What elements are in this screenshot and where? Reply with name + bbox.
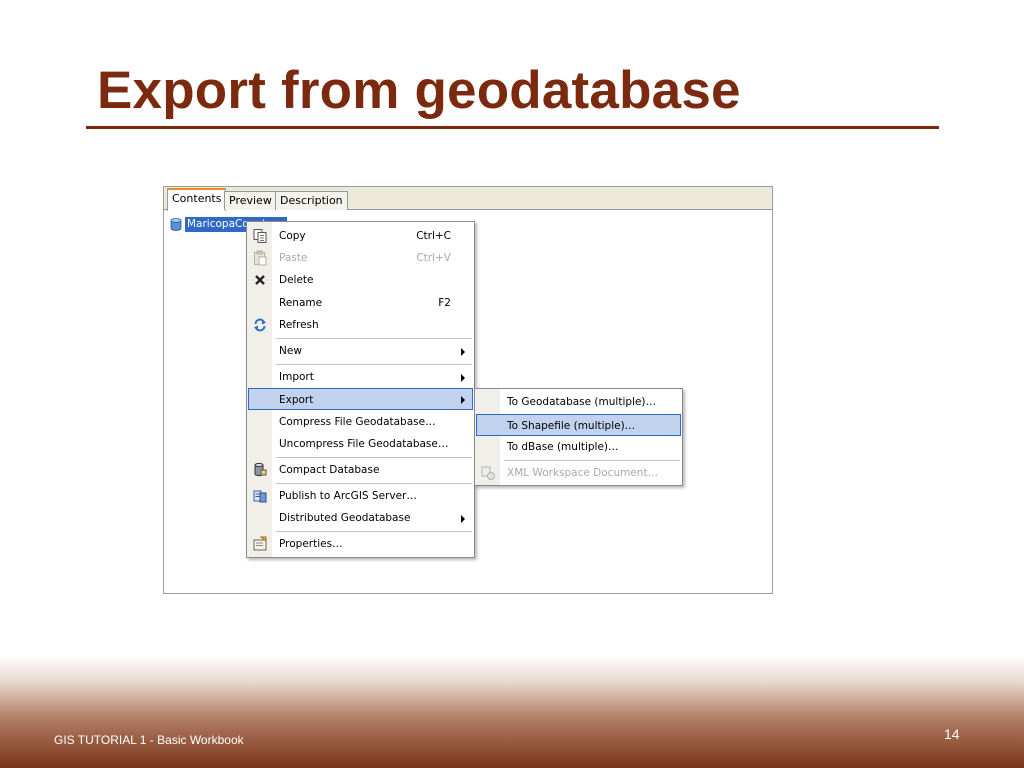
title-underline <box>86 126 939 129</box>
menu-separator <box>276 338 472 339</box>
menu-separator <box>276 364 472 365</box>
publish-icon <box>253 490 267 503</box>
shortcut-label: F2 <box>438 297 451 309</box>
refresh-icon <box>254 318 266 332</box>
paste-icon <box>254 250 267 266</box>
tab-contents[interactable]: Contents <box>167 188 227 211</box>
menu-item-label: Refresh <box>279 319 319 331</box>
slide-title: Export from geodatabase <box>97 61 741 120</box>
menu-item-label: Import <box>279 371 314 383</box>
menu-item-uncompress[interactable]: Uncompress File Geodatabase… <box>248 433 473 455</box>
menu-item-publish[interactable]: Publish to ArcGIS Server… <box>248 485 473 507</box>
tab-description[interactable]: Description <box>275 191 348 210</box>
menu-item-label: Compress File Geodatabase… <box>279 416 436 428</box>
menu-item-label: XML Workspace Document… <box>507 467 659 479</box>
menu-item-copy[interactable]: Copy Ctrl+C <box>248 225 473 247</box>
menu-item-delete[interactable]: Delete <box>248 269 473 291</box>
tab-bar: Contents Preview Description <box>164 187 772 211</box>
menu-item-label: To Geodatabase (multiple)… <box>507 396 656 408</box>
page-number: 14 <box>944 726 960 742</box>
menu-item-paste[interactable]: Paste Ctrl+V <box>248 247 473 269</box>
menu-item-refresh[interactable]: Refresh <box>248 314 473 336</box>
menu-separator <box>276 457 472 458</box>
submenu-item-xml-workspace[interactable]: XML Workspace Document… <box>476 462 681 484</box>
shortcut-label: Ctrl+V <box>416 252 451 264</box>
menu-item-distributed-geodatabase[interactable]: Distributed Geodatabase <box>248 507 473 529</box>
menu-item-label: New <box>279 345 302 357</box>
submenu-item-to-dbase[interactable]: To dBase (multiple)… <box>476 436 681 458</box>
shortcut-label: Ctrl+C <box>416 230 451 242</box>
database-icon <box>170 218 182 231</box>
menu-item-label: Delete <box>279 274 314 286</box>
xml-workspace-icon <box>481 466 495 480</box>
context-menu: Copy Ctrl+C Paste Ctrl+V Delete Rename F… <box>246 221 475 558</box>
menu-item-label: Copy <box>279 230 306 242</box>
menu-item-label: Properties… <box>279 538 343 550</box>
menu-item-import[interactable]: Import <box>248 366 473 388</box>
menu-separator <box>504 460 680 461</box>
properties-icon <box>253 536 267 551</box>
menu-item-label: Paste <box>279 252 308 264</box>
menu-item-compact-database[interactable]: Compact Database <box>248 459 473 481</box>
submenu-arrow-icon <box>461 348 465 356</box>
menu-item-compress[interactable]: Compress File Geodatabase… <box>248 411 473 433</box>
footer-band <box>0 655 1024 768</box>
menu-separator <box>276 483 472 484</box>
delete-icon <box>255 275 265 285</box>
compact-database-icon <box>254 462 267 477</box>
menu-item-new[interactable]: New <box>248 340 473 362</box>
menu-item-properties[interactable]: Properties… <box>248 533 473 555</box>
menu-item-label: Distributed Geodatabase <box>279 512 411 524</box>
menu-item-label: Compact Database <box>279 464 380 476</box>
menu-item-label: Export <box>279 394 314 406</box>
menu-item-label: To dBase (multiple)… <box>507 441 619 453</box>
footer-text: GIS TUTORIAL 1 - Basic Workbook <box>54 733 244 747</box>
export-submenu: To Geodatabase (multiple)… To Shapefile … <box>474 388 683 486</box>
submenu-arrow-icon <box>461 396 465 404</box>
submenu-arrow-icon <box>461 374 465 382</box>
submenu-item-to-shapefile[interactable]: To Shapefile (multiple)… <box>476 414 681 436</box>
submenu-arrow-icon <box>461 515 465 523</box>
menu-item-label: Publish to ArcGIS Server… <box>279 490 417 502</box>
menu-item-label: Uncompress File Geodatabase… <box>279 438 449 450</box>
menu-item-export[interactable]: Export <box>248 388 473 410</box>
tab-preview[interactable]: Preview <box>224 191 277 210</box>
menu-item-rename[interactable]: Rename F2 <box>248 292 473 314</box>
menu-item-label: Rename <box>279 297 323 309</box>
menu-separator <box>276 531 472 532</box>
copy-icon <box>253 229 267 243</box>
submenu-item-to-geodatabase[interactable]: To Geodatabase (multiple)… <box>476 391 681 413</box>
menu-item-label: To Shapefile (multiple)… <box>507 420 636 432</box>
